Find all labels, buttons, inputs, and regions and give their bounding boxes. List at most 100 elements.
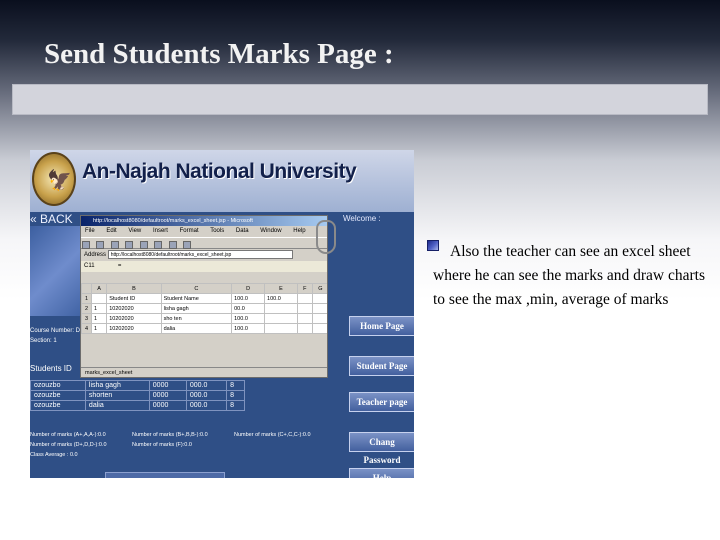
history-icon[interactable] [183,241,192,249]
sheet-cell[interactable]: 10202020 [106,303,162,314]
sheet-cell[interactable] [311,303,327,314]
menu-view[interactable]: View [128,228,141,234]
sheet-cell[interactable] [311,313,327,324]
nav-change-password[interactable]: Chang Password [349,432,414,465]
table-cell: lisha gagh [84,380,150,391]
table-cell: 8 [226,390,245,401]
table-row: 2 1 10202020 lisha gagh 00.0 [81,303,327,314]
table-cell: ozouzbo [30,380,86,391]
sheet-cell[interactable] [296,323,313,334]
table-cell: 8 [226,380,245,391]
column-header[interactable]: D [231,283,266,294]
formula-input[interactable]: = [118,263,122,269]
column-header[interactable]: C [160,283,233,294]
sheet-cell[interactable]: sho ten [160,313,233,324]
row-header[interactable]: 1 [81,293,92,304]
excel-window: http://localhost8080/defaultroot/marks_e… [80,215,328,378]
sheet-cell[interactable]: 10202020 [106,323,162,334]
sheet-cell[interactable]: Student ID [106,293,162,304]
sheet-cell[interactable] [264,303,298,314]
sheet-cell[interactable]: Student Name [160,293,233,304]
column-header[interactable]: E [264,283,298,294]
stat-b: Number of marks (B+,B,B-):0.0 [132,432,208,438]
menu-help[interactable]: Help [293,228,305,234]
menu-tools[interactable]: Tools [210,228,224,234]
sheet-cell[interactable]: 100.0 [264,293,298,304]
paperclip-icon [316,220,336,254]
sheet-tab[interactable]: marks_excel_sheet [85,370,132,376]
stat-a: Number of marks (A+,A,A-):0.0 [30,432,106,438]
table-row: ozouzbe dalia 0000 000.0 8 [30,400,245,411]
table-row: ozouzbe shorten 0000 000.0 8 [30,390,245,401]
favorites-icon[interactable] [168,241,177,249]
menu-window[interactable]: Window [260,228,281,234]
menu-file[interactable]: File [85,228,95,234]
welcome-text: Welcome : [343,214,381,223]
menu-format[interactable]: Format [180,228,199,234]
table-cell: 8 [226,400,245,411]
title-underbar [12,84,708,115]
nav-student-page[interactable]: Student Page [349,356,414,376]
excel-address-bar: Address http://localhost8080/defaultroot… [81,249,327,261]
back-link[interactable]: « BACK [30,212,73,226]
search-icon[interactable] [154,241,163,249]
bottom-tab [105,472,225,478]
sheet-cell[interactable]: 00.0 [231,303,266,314]
forward-icon[interactable] [96,241,105,249]
back-icon[interactable] [82,241,90,249]
sheet-cell[interactable]: dalia [160,323,233,334]
column-header[interactable]: F [296,283,313,294]
sheet-cell[interactable]: 1 [90,303,108,314]
menu-edit[interactable]: Edit [106,228,116,234]
sheet-cell[interactable] [296,293,313,304]
slide-title: Send Students Marks Page : [44,38,394,70]
nav-teacher-page[interactable]: Teacher page [349,392,414,412]
table-cell: 0000 [148,380,187,391]
table-cell: 000.0 [185,400,228,411]
row-header[interactable]: 2 [81,303,92,314]
sheet-cell[interactable] [311,323,327,334]
sheet-cell[interactable] [311,293,327,304]
refresh-icon[interactable] [125,241,134,249]
menu-insert[interactable]: Insert [153,228,168,234]
table-row: 1 Student ID Student Name 100.0 100.0 [81,293,327,304]
excel-menu-bar: File Edit View Insert Format Tools Data … [81,226,327,237]
table-cell: 0000 [148,390,187,401]
sheet-cell[interactable] [264,323,298,334]
sheet-cell[interactable]: 100.0 [231,293,266,304]
sheet-cell[interactable] [90,293,108,304]
sheet-cell[interactable]: 1 [90,323,108,334]
table-cell: dalia [84,400,150,411]
stop-icon[interactable] [110,241,119,249]
sheet-cell[interactable]: 100.0 [231,323,266,334]
section-label: Section: 1 [30,338,57,344]
sheet-cell[interactable]: 100.0 [231,313,266,324]
sheet-cell[interactable] [296,303,313,314]
sheet-cell[interactable]: 10202020 [106,313,162,324]
nav-home-page[interactable]: Home Page [349,316,414,336]
row-header[interactable]: 3 [81,313,92,324]
sheet-cell[interactable] [264,313,298,324]
table-cell: 0000 [148,400,187,411]
home-icon[interactable] [139,241,148,249]
column-header[interactable]: B [106,283,162,294]
column-header-row: A B C D E F G [81,283,327,294]
row-header[interactable]: 4 [81,323,92,334]
sheet-cell[interactable] [296,313,313,324]
class-average: Class Average : 0.0 [30,452,78,458]
cell-reference[interactable]: C11 [84,263,95,269]
column-header[interactable]: G [311,283,327,294]
stat-c: Number of marks (C+,C,C-):0.0 [234,432,311,438]
column-header[interactable]: A [90,283,108,294]
table-row: ozouzbo lisha gagh 0000 000.0 8 [30,380,245,391]
university-name: An-Najah National University [82,160,357,183]
excel-toolbar [81,237,327,249]
menu-data[interactable]: Data [236,228,249,234]
column-header [81,283,92,294]
sheet-cell[interactable]: lisha gagh [160,303,233,314]
sheet-cell[interactable]: 1 [90,313,108,324]
table-cell: 000.0 [185,390,228,401]
eagle-icon: 🦅 [47,170,72,192]
nav-help[interactable]: Help [349,468,414,478]
student-marks-table: ozouzbo lisha gagh 0000 000.0 8 ozouzbe … [30,380,245,411]
